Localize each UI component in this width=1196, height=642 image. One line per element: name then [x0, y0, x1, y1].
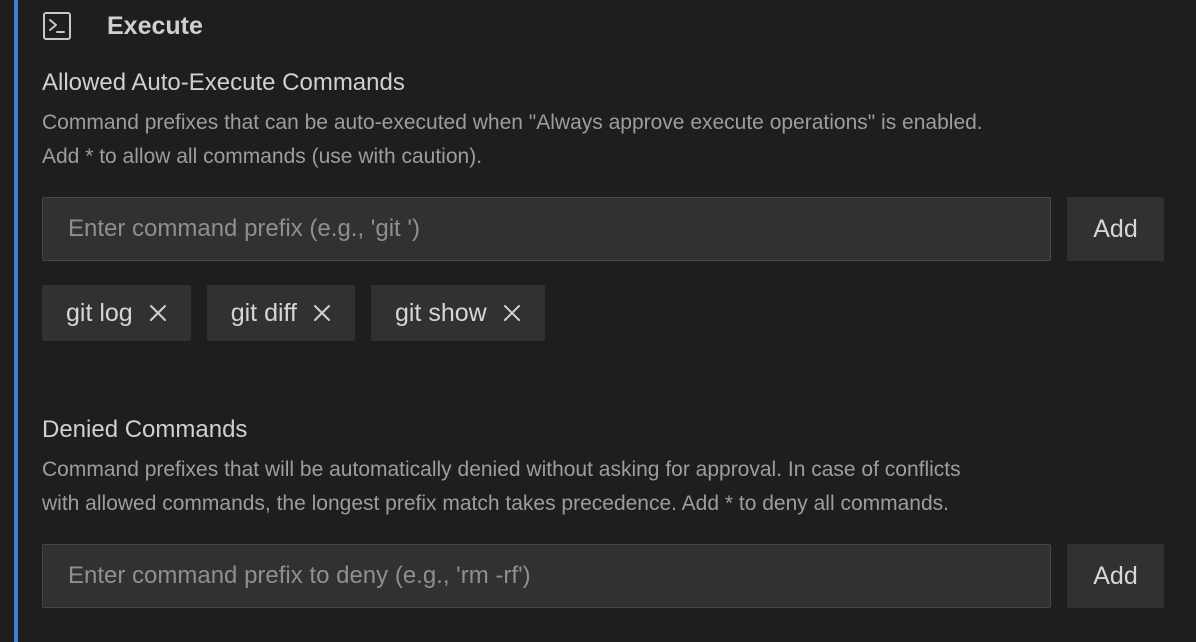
section-title: Execute: [107, 11, 203, 40]
close-icon[interactable]: [313, 304, 331, 322]
allowed-command-input[interactable]: [42, 197, 1051, 261]
denied-commands-description: Command prefixes that will be automatica…: [42, 453, 1164, 521]
denied-command-input[interactable]: [42, 544, 1051, 608]
allowed-description-line-1: Command prefixes that can be auto-execut…: [42, 111, 983, 134]
chip-label: git log: [66, 298, 133, 327]
denied-description-line-1: Command prefixes that will be automatica…: [42, 458, 961, 481]
allowed-command-input-row: Add: [42, 197, 1164, 261]
add-denied-command-button[interactable]: Add: [1067, 544, 1164, 608]
section-header: Execute: [43, 10, 203, 42]
allowed-commands-description: Command prefixes that can be auto-execut…: [42, 106, 1164, 174]
denied-commands-title: Denied Commands: [42, 416, 248, 443]
allowed-description-line-2: Add * to allow all commands (use with ca…: [42, 145, 483, 168]
allowed-command-chip: git show: [370, 285, 545, 341]
allowed-commands-list: git log git diff git show: [42, 285, 561, 341]
allowed-command-chip: git log: [42, 285, 191, 341]
terminal-icon: [43, 12, 71, 40]
section-accent-bar: [14, 0, 18, 642]
execute-settings-panel: Execute Allowed Auto-Execute Commands Co…: [0, 0, 1196, 642]
denied-command-input-row: Add: [42, 544, 1164, 608]
allowed-commands-section: Allowed Auto-Execute Commands Command pr…: [42, 68, 1164, 174]
allowed-commands-title: Allowed Auto-Execute Commands: [42, 69, 405, 96]
add-allowed-command-button[interactable]: Add: [1067, 197, 1164, 261]
allowed-command-chip: git diff: [206, 285, 355, 341]
chip-label: git diff: [230, 298, 297, 327]
denied-commands-section: Denied Commands Command prefixes that wi…: [42, 415, 1164, 521]
chip-label: git show: [394, 298, 487, 327]
close-icon[interactable]: [149, 304, 167, 322]
close-icon[interactable]: [503, 304, 521, 322]
denied-description-line-2: with allowed commands, the longest prefi…: [42, 492, 949, 515]
